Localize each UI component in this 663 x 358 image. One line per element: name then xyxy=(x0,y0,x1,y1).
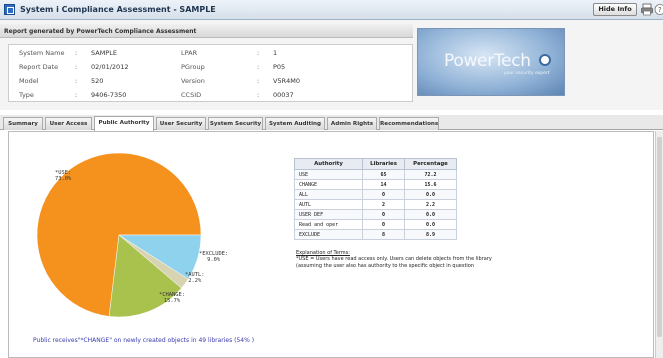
field-colon: : xyxy=(257,77,260,85)
logo-tagline: your security expert xyxy=(504,71,550,76)
authority-cell: AUTL xyxy=(294,199,363,210)
field-colon: : xyxy=(75,77,78,85)
table-row: USE 65 72.2 xyxy=(294,169,457,180)
libraries-cell: 8 xyxy=(362,229,405,240)
table-row: Read and oper 0 0.0 xyxy=(294,219,457,230)
libraries-cell: 0 xyxy=(362,209,405,220)
tab-summary[interactable]: Summary xyxy=(3,117,43,130)
libraries-cell: 65 xyxy=(362,169,405,180)
tab-user-security[interactable]: User Security xyxy=(156,117,206,130)
scroll-thumb[interactable] xyxy=(657,137,662,337)
field-value: P05 xyxy=(273,63,286,71)
field-label: PGroup xyxy=(181,63,205,71)
field-value: 1 xyxy=(273,49,278,57)
libraries-cell: 2 xyxy=(362,199,405,210)
percentage-cell: 0.0 xyxy=(404,189,457,200)
field-value: 9406-7350 xyxy=(91,91,127,99)
pie-chart xyxy=(36,152,202,318)
authority-table: Authority Libraries Percentage USE 65 72… xyxy=(294,158,457,240)
authority-cell: Read and oper xyxy=(294,219,363,230)
libraries-cell: 0 xyxy=(362,219,405,230)
col-libraries: Libraries xyxy=(362,158,405,170)
table-row: AUTL 2 2.2 xyxy=(294,199,457,210)
table-row: CHANGE 14 15.6 xyxy=(294,179,457,190)
field-colon: : xyxy=(75,63,78,71)
logo-name: PowerTech xyxy=(444,51,531,71)
field-colon: : xyxy=(257,63,260,71)
authority-cell: EXCLUDE xyxy=(294,229,363,240)
col-authority: Authority xyxy=(294,158,363,170)
table-row: EXCLUDE 8 8.9 xyxy=(294,229,457,240)
percentage-cell: 8.9 xyxy=(404,229,457,240)
report-content: *USE: 73.0% *EXCLUDE: 9.0% *AUTL: 2.2% *… xyxy=(8,131,654,358)
tab-user-access[interactable]: User Access xyxy=(45,117,92,130)
percentage-cell: 2.2 xyxy=(404,199,457,210)
field-label: Model xyxy=(19,77,39,85)
field-label: LPAR xyxy=(181,49,198,57)
col-percentage: Percentage xyxy=(404,158,457,170)
field-value: V5R4M0 xyxy=(273,77,300,85)
field-label: Type xyxy=(19,91,34,99)
field-colon: : xyxy=(257,91,260,99)
print-icon[interactable] xyxy=(641,3,653,16)
percentage-cell: 0.0 xyxy=(404,219,457,230)
report-generated-by: Report generated by PowerTech Compliance… xyxy=(0,24,413,38)
field-label: System Name xyxy=(19,49,65,57)
authority-cell: ALL xyxy=(294,189,363,200)
field-label: CCSID xyxy=(181,91,202,99)
table-row: ALL 0 0.0 xyxy=(294,189,457,200)
pie-label-use: *USE: 73.0% xyxy=(55,170,72,182)
libraries-cell: 14 xyxy=(362,179,405,190)
tab-system-auditing[interactable]: System Auditing xyxy=(265,117,325,130)
logo-badge-icon xyxy=(539,54,551,66)
pie-label-change: *CHANGE: 15.7% xyxy=(159,292,185,304)
tab-recommendations[interactable]: Recommendations xyxy=(379,117,439,130)
public-authority-chart: *USE: 73.0% *EXCLUDE: 9.0% *AUTL: 2.2% *… xyxy=(9,132,299,352)
field-value: 00037 xyxy=(273,91,294,99)
field-colon: : xyxy=(257,49,260,57)
hide-info-button[interactable]: Hide Info xyxy=(593,3,637,16)
percentage-cell: 15.6 xyxy=(404,179,457,190)
percentage-cell: 0.0 xyxy=(404,209,457,220)
svg-text:?: ? xyxy=(658,6,662,14)
field-colon: : xyxy=(75,49,78,57)
footer-note: Public receives"*CHANGE" on newly create… xyxy=(33,337,255,344)
table-row: USER DEF 0 0.0 xyxy=(294,209,457,220)
field-label: Version xyxy=(181,77,205,85)
pie-label-exclude: *EXCLUDE: 9.0% xyxy=(199,251,229,263)
powertech-logo: PowerTech your security expert xyxy=(417,28,565,96)
field-value: 520 xyxy=(91,77,104,85)
field-value: SAMPLE xyxy=(91,49,117,57)
system-info-panel: System Name : SAMPLE Report Date : 02/01… xyxy=(8,44,413,102)
tab-bar: Summary User Access Public Authority Use… xyxy=(0,115,663,131)
vertical-scrollbar[interactable] xyxy=(655,131,663,358)
field-colon: : xyxy=(75,91,78,99)
authority-cell: USE xyxy=(294,169,363,180)
libraries-cell: 0 xyxy=(362,189,405,200)
percentage-cell: 72.2 xyxy=(404,169,457,180)
tab-public-authority[interactable]: Public Authority xyxy=(94,116,154,131)
explanation-text: *USE = Users have read access only. User… xyxy=(296,256,492,269)
help-icon[interactable]: ? xyxy=(654,3,663,16)
tab-admin-rights[interactable]: Admin Rights xyxy=(327,117,377,130)
field-value: 02/01/2012 xyxy=(91,63,129,71)
pie-label-autl: *AUTL: 2.2% xyxy=(185,272,205,284)
field-label: Report Date xyxy=(19,63,59,71)
authority-cell: CHANGE xyxy=(294,179,363,190)
window-title: System i Compliance Assessment - SAMPLE xyxy=(20,5,216,14)
authority-cell: USER DEF xyxy=(294,209,363,220)
tab-system-security[interactable]: System Security xyxy=(208,117,263,130)
app-icon xyxy=(4,4,15,15)
title-bar: System i Compliance Assessment - SAMPLE … xyxy=(0,0,663,20)
